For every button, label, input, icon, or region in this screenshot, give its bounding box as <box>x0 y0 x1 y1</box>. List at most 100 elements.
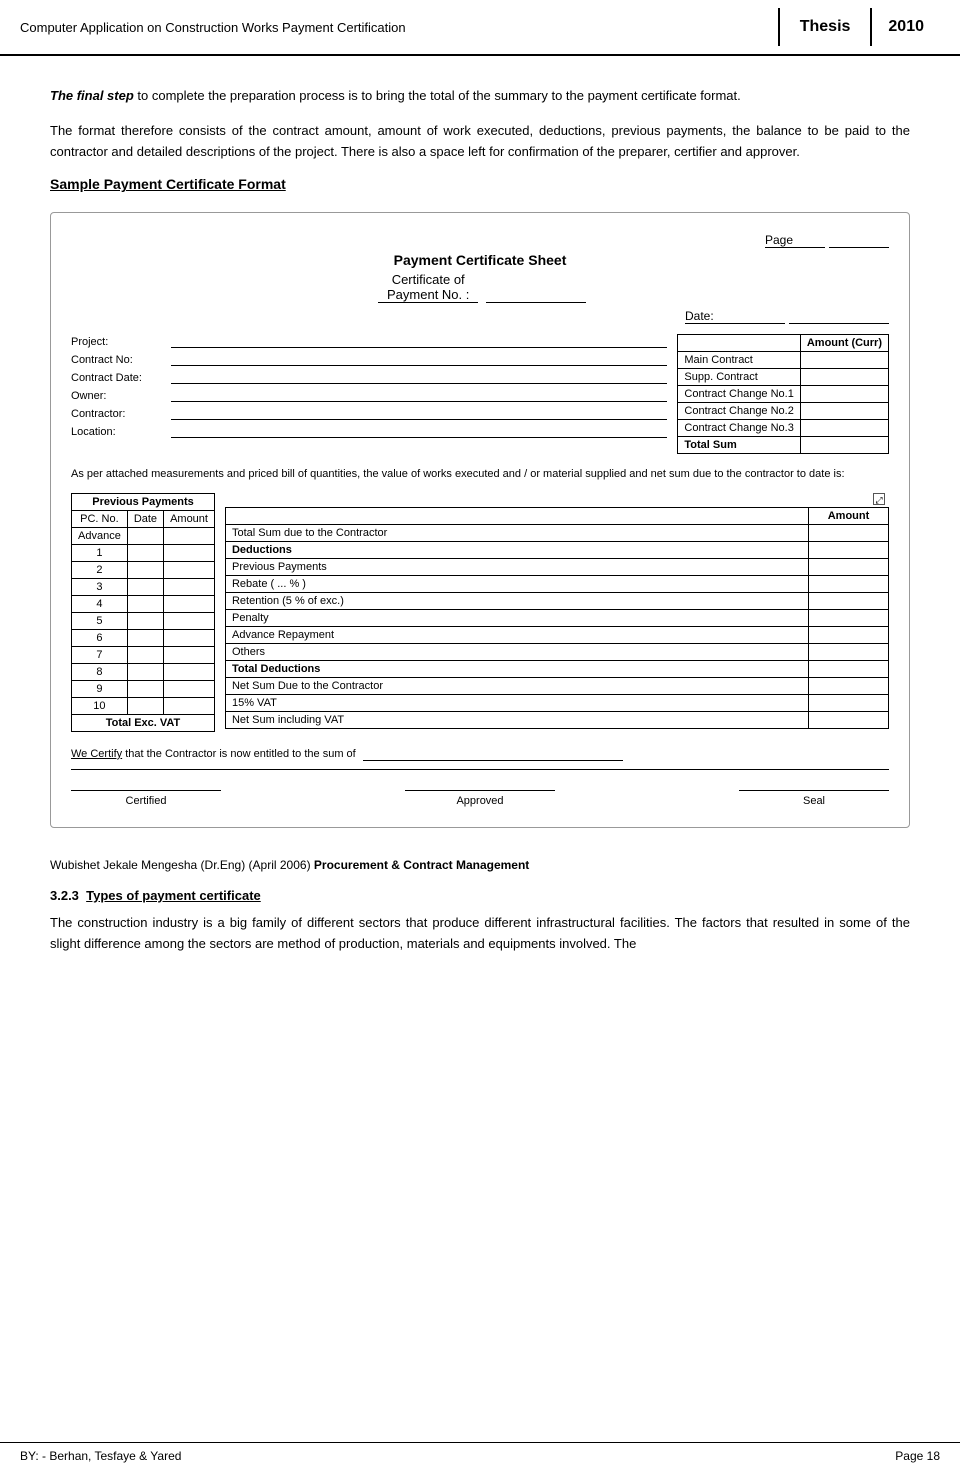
right-amount-change3 <box>800 420 888 437</box>
summary-label-penalty: Penalty <box>225 609 808 626</box>
summary-amt-advance-repayment <box>809 626 889 643</box>
summary-amt-prev-payments <box>809 558 889 575</box>
right-table-header-row: Amount (Curr) <box>678 335 889 352</box>
summary-amt-total-due <box>809 524 889 541</box>
info-row-contract-no: Contract No: <box>71 352 667 366</box>
right-amount-main-contract <box>800 352 888 369</box>
summary-amt-others <box>809 643 889 660</box>
right-label-change3: Contract Change No.3 <box>678 420 800 437</box>
summary-row-net-incl-vat: Net Sum including VAT <box>225 711 888 728</box>
summary-desc-header <box>225 507 808 524</box>
prev-no-2: 2 <box>72 561 128 578</box>
right-row-main-contract: Main Contract <box>678 352 889 369</box>
info-row-contractor: Contractor: <box>71 406 667 420</box>
summary-label-net-incl-vat: Net Sum including VAT <box>225 711 808 728</box>
footer-author: Wubishet Jekale Mengesha (Dr.Eng) (April… <box>50 858 311 872</box>
intro-bold-italic: The final step <box>50 88 134 103</box>
prev-amt-7 <box>164 646 215 663</box>
cert-right-table-wrapper: Amount (Curr) Main Contract Supp. Contra… <box>677 334 889 454</box>
prev-amt-1 <box>164 544 215 561</box>
cert-header: Payment Certificate Sheet Certificate of… <box>71 252 889 303</box>
cert-right-table: Amount (Curr) Main Contract Supp. Contra… <box>677 334 889 454</box>
summary-label-net-due: Net Sum Due to the Contractor <box>225 677 808 694</box>
header-title: Computer Application on Construction Wor… <box>20 8 778 46</box>
right-amount-change1 <box>800 386 888 403</box>
summary-amt-retention <box>809 592 889 609</box>
summary-label-retention: Retention (5 % of exc.) <box>225 592 808 609</box>
subsection-heading: 3.2.3 Types of payment certificate <box>50 888 910 903</box>
cert-page-line: Page <box>71 233 889 248</box>
info-row-project: Project: <box>71 334 667 348</box>
footer-right: Page 18 <box>895 1449 940 1463</box>
summary-amt-deductions <box>809 541 889 558</box>
info-row-location: Location: <box>71 424 667 438</box>
summary-label-deductions: Deductions <box>225 541 808 558</box>
project-line <box>171 334 667 348</box>
contractor-line <box>171 406 667 420</box>
owner-label: Owner: <box>71 390 171 402</box>
prev-row-advance: Advance <box>72 527 215 544</box>
certificate-box: Page Payment Certificate Sheet Certifica… <box>50 212 910 828</box>
date-value <box>789 309 889 324</box>
prev-row-8: 8 <box>72 663 215 680</box>
sig-approved: Approved <box>405 790 555 807</box>
summary-label-prev-payments: Previous Payments <box>225 558 808 575</box>
header-right: Thesis 2010 <box>778 8 940 46</box>
header-thesis: Thesis <box>778 8 871 46</box>
summary-label-total-due: Total Sum due to the Contractor <box>225 524 808 541</box>
right-summary-table: Amount Total Sum due to the Contractor D… <box>225 507 889 729</box>
cert-no-value <box>486 287 586 303</box>
contract-no-label: Contract No: <box>71 354 171 366</box>
prev-row-10: 10 <box>72 697 215 714</box>
footer-left: BY: - Berhan, Tesfaye & Yared <box>20 1449 181 1463</box>
summary-header-row: Amount <box>225 507 888 524</box>
prev-total-vat-label: Total Exc. VAT <box>72 714 215 731</box>
prev-row-5: 5 <box>72 612 215 629</box>
certify-rest: that the Contractor is now entitled to t… <box>122 748 356 760</box>
summary-amount-header: Amount <box>809 507 889 524</box>
prev-row-1: 1 <box>72 544 215 561</box>
certify-bottom-line <box>71 769 889 770</box>
prev-payments-wrapper: Previous Payments PC. No. Date Amount Ad… <box>71 493 215 732</box>
prev-date-4 <box>127 595 163 612</box>
prev-date-1 <box>127 544 163 561</box>
cert-no-line: Certificate of Payment No. : <box>71 272 889 303</box>
certify-fill-line <box>363 748 623 761</box>
prev-advance-date <box>127 527 163 544</box>
owner-line <box>171 388 667 402</box>
prev-date-9 <box>127 680 163 697</box>
certify-underline: We Certify <box>71 748 122 760</box>
right-row-change1: Contract Change No.1 <box>678 386 889 403</box>
summary-amt-vat <box>809 694 889 711</box>
subsection-number: 3.2.3 <box>50 888 79 903</box>
right-label-main-contract: Main Contract <box>678 352 800 369</box>
prev-date-3 <box>127 578 163 595</box>
right-label-total-sum: Total Sum <box>678 437 800 454</box>
cert-info-section: Project: Contract No: Contract Date: Own… <box>71 334 889 454</box>
right-row-change2: Contract Change No.2 <box>678 403 889 420</box>
page-footer: BY: - Berhan, Tesfaye & Yared Page 18 <box>0 1442 960 1469</box>
subsection-body: The construction industry is a big famil… <box>50 913 910 955</box>
summary-amt-net-incl-vat <box>809 711 889 728</box>
right-row-change3: Contract Change No.3 <box>678 420 889 437</box>
right-label-change1: Contract Change No.1 <box>678 386 800 403</box>
intro-paragraph-2: The format therefore consists of the con… <box>50 121 910 163</box>
prev-row-3: 3 <box>72 578 215 595</box>
right-label-change2: Contract Change No.2 <box>678 403 800 420</box>
sig-certified-line <box>71 790 221 791</box>
sig-seal-line <box>739 790 889 791</box>
summary-row-net-due: Net Sum Due to the Contractor <box>225 677 888 694</box>
sig-seal-label: Seal <box>803 795 825 807</box>
cert-no-label: Certificate of Payment No. : <box>378 272 478 303</box>
info-row-owner: Owner: <box>71 388 667 402</box>
prev-amt-10 <box>164 697 215 714</box>
prev-no-1: 1 <box>72 544 128 561</box>
prev-amt-3 <box>164 578 215 595</box>
location-label: Location: <box>71 426 171 438</box>
resize-icon: ⤢ <box>873 493 885 505</box>
prev-no-6: 6 <box>72 629 128 646</box>
prev-payments-table: Previous Payments PC. No. Date Amount Ad… <box>71 493 215 732</box>
contract-no-line <box>171 352 667 366</box>
prev-total-vat-row: Total Exc. VAT <box>72 714 215 731</box>
sheet-title: Payment Certificate Sheet <box>71 252 889 268</box>
